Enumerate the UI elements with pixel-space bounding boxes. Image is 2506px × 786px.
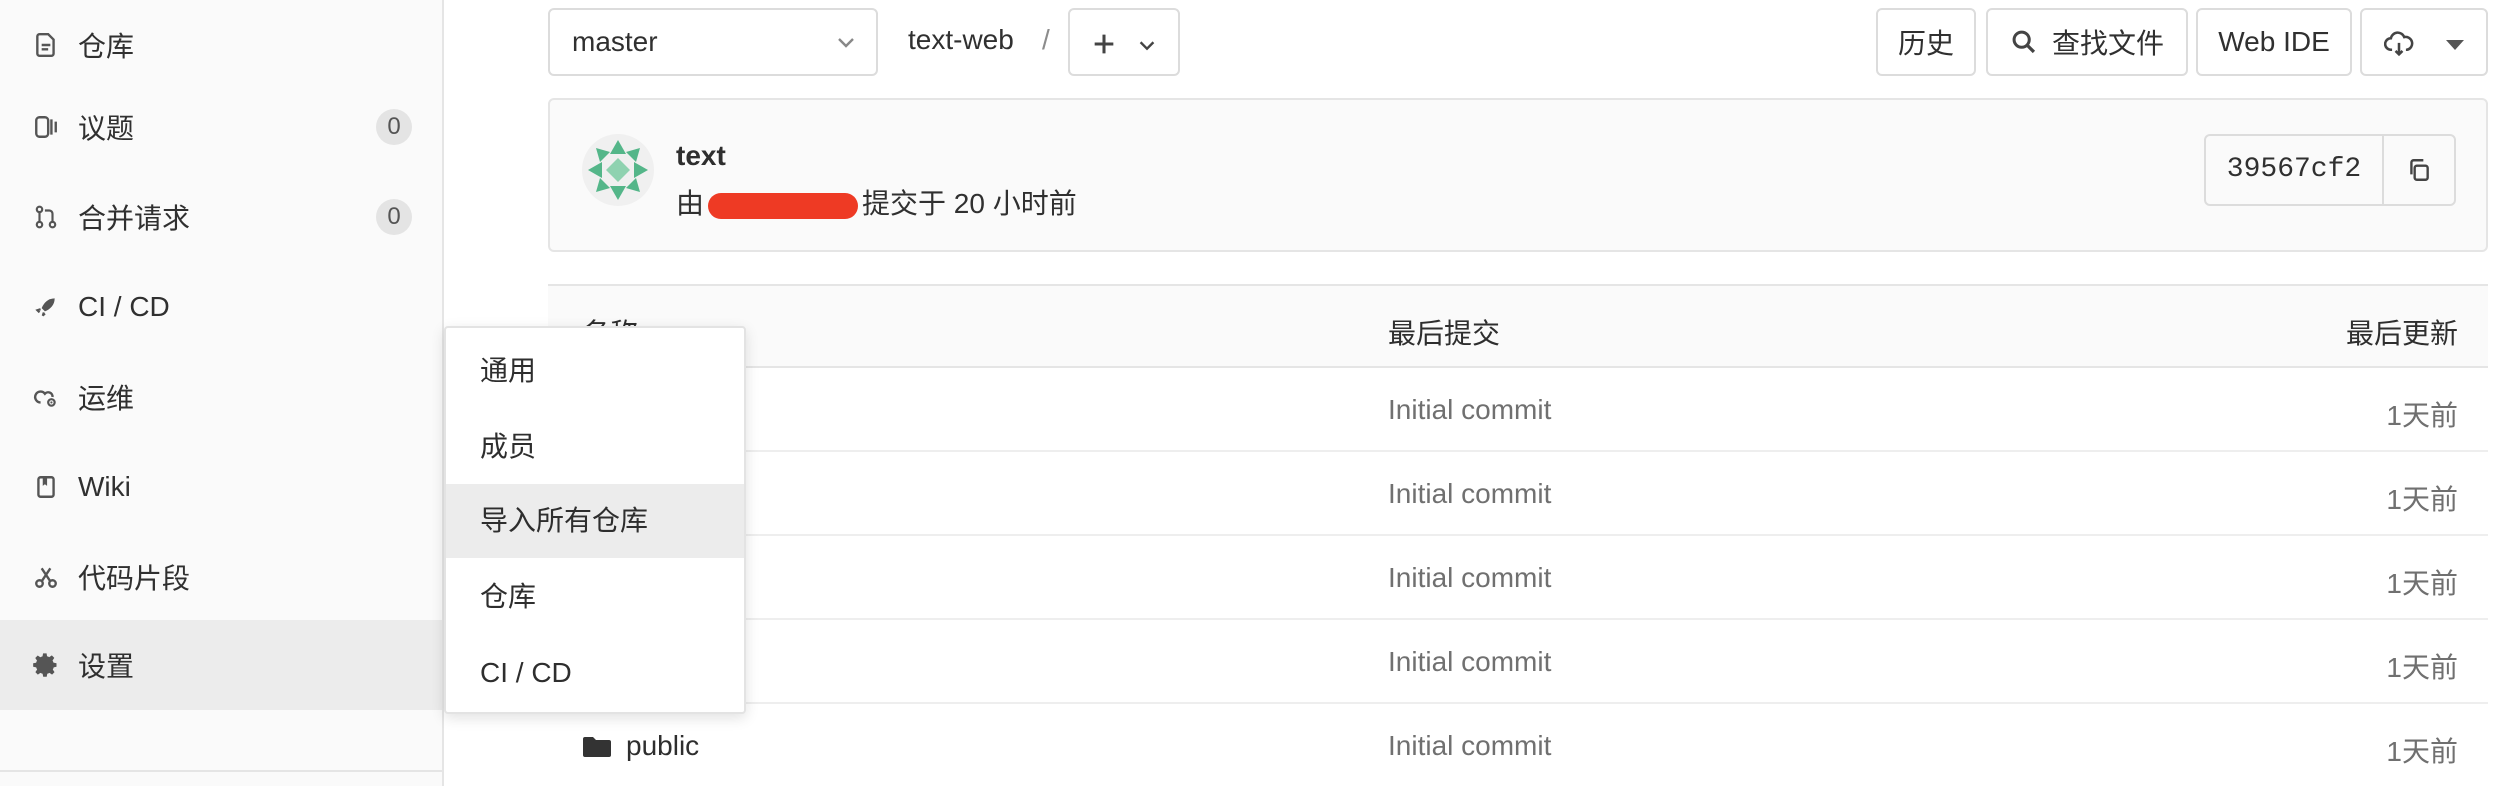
scissors-icon — [30, 561, 62, 593]
download-dropdown[interactable] — [2360, 8, 2488, 76]
sidebar-item-label: Wiki — [78, 471, 131, 502]
merge-request-icon — [30, 201, 62, 233]
sidebar-item-snippets[interactable]: 代码片段 — [0, 532, 442, 622]
table-header: 名称 最后提交 最后更新 — [548, 284, 2488, 368]
chevron-down-icon — [1136, 34, 1158, 56]
last-commit-panel: text 由 提交于 20 小时前 39567cf2 — [548, 98, 2488, 252]
find-file-button-label: 查找文件 — [2051, 28, 2164, 59]
commit-meta: 由 提交于 20 小时前 — [676, 182, 1077, 222]
sidebar-item-operations[interactable]: 运维 — [0, 352, 442, 442]
header-last-commit: 最后提交 — [1388, 318, 1501, 349]
sidebar-item-label: 运维 — [78, 383, 135, 414]
search-icon — [2010, 28, 2038, 56]
sidebar-item-label: 议题 — [78, 113, 135, 144]
add-file-dropdown[interactable] — [1068, 8, 1180, 76]
table-row[interactable]: Initial commit 1天前 — [548, 452, 2488, 536]
caret-down-icon — [2446, 40, 2464, 50]
breadcrumb-repo[interactable]: text-web — [908, 24, 1014, 56]
row-updated: 1天前 — [2386, 568, 2458, 599]
row-updated: 1天前 — [2386, 484, 2458, 515]
commit-sha-group: 39567cf2 — [2204, 134, 2456, 206]
plus-icon — [1090, 30, 1118, 58]
web-ide-button-label: Web IDE — [2218, 26, 2330, 57]
find-file-button[interactable]: 查找文件 — [1986, 8, 2188, 76]
sidebar-item-label: 代码片段 — [78, 563, 191, 594]
sidebar-item-repository[interactable]: 仓库 — [0, 0, 442, 90]
file-table: 名称 最后提交 最后更新 Initial commit 1天前 Initial … — [548, 284, 2488, 786]
sidebar-item-label: 仓库 — [78, 31, 135, 62]
settings-flyout-menu: 通用 成员 导入所有仓库 仓库 CI / CD — [444, 326, 746, 714]
sidebar-item-ci-cd[interactable]: CI / CD — [0, 262, 442, 352]
issues-icon — [30, 111, 62, 143]
row-updated: 1天前 — [2386, 652, 2458, 683]
download-cloud-icon — [2383, 30, 2414, 58]
table-row[interactable]: public Initial commit 1天前 — [548, 704, 2488, 786]
branch-name: master — [572, 26, 658, 57]
sidebar-item-wiki[interactable]: Wiki — [0, 442, 442, 532]
count-badge: 0 — [376, 199, 412, 235]
web-ide-button[interactable]: Web IDE — [2196, 8, 2352, 76]
avatar[interactable] — [582, 134, 654, 206]
menu-item-ci-cd[interactable]: CI / CD — [446, 636, 744, 710]
divider — [0, 770, 442, 772]
folder-icon — [582, 734, 612, 758]
folder-link[interactable]: public — [582, 730, 699, 762]
rocket-icon — [30, 291, 62, 323]
cloud-gear-icon — [30, 381, 62, 413]
breadcrumb-separator: / — [1042, 24, 1050, 55]
book-icon — [30, 471, 62, 503]
menu-item-members[interactable]: 成员 — [446, 410, 744, 484]
branch-select[interactable]: master — [548, 8, 878, 76]
row-updated: 1天前 — [2386, 736, 2458, 767]
chevron-down-icon — [834, 30, 858, 54]
menu-item-general[interactable]: 通用 — [446, 334, 744, 408]
commit-title[interactable]: text — [676, 140, 726, 172]
commit-meta-suffix: 提交于 20 小时前 — [862, 188, 1077, 219]
gear-icon — [30, 649, 62, 681]
sidebar-item-label: CI / CD — [78, 291, 170, 322]
row-commit-message[interactable]: Initial commit — [1388, 394, 1551, 426]
sidebar-item-label: 合并请求 — [78, 203, 191, 234]
redacted-author — [708, 192, 859, 219]
row-commit-message[interactable]: Initial commit — [1388, 562, 1551, 594]
commit-sha[interactable]: 39567cf2 — [2206, 136, 2384, 204]
table-row[interactable]: Initial commit 1天前 — [548, 368, 2488, 452]
table-row[interactable]: Initial commit 1天前 — [548, 620, 2488, 704]
table-row[interactable]: Initial commit 1天前 — [548, 536, 2488, 620]
row-commit-message[interactable]: Initial commit — [1388, 478, 1551, 510]
row-commit-message[interactable]: Initial commit — [1388, 730, 1551, 762]
copy-sha-button[interactable] — [2384, 136, 2454, 204]
history-button[interactable]: 历史 — [1876, 8, 1976, 76]
sidebar-item-settings[interactable]: 设置 — [0, 620, 442, 710]
header-last-update: 最后更新 — [2345, 318, 2458, 349]
history-button-label: 历史 — [1897, 28, 1954, 59]
repository-page: 仓库 议题 0 合并请求 0 CI / CD 运维 Wiki 代码片段 设置 m… — [0, 0, 2506, 786]
file-name: public — [626, 730, 700, 761]
menu-item-import-all-repos[interactable]: 导入所有仓库 — [446, 484, 744, 558]
sidebar-item-issues[interactable]: 议题 0 — [0, 82, 442, 172]
count-badge: 0 — [376, 109, 412, 145]
row-updated: 1天前 — [2386, 400, 2458, 431]
doc-icon — [30, 29, 62, 61]
sidebar-item-label: 设置 — [78, 651, 135, 682]
sidebar: 仓库 议题 0 合并请求 0 CI / CD 运维 Wiki 代码片段 设置 — [0, 0, 444, 786]
commit-meta-prefix: 由 — [676, 188, 705, 219]
row-commit-message[interactable]: Initial commit — [1388, 646, 1551, 678]
menu-item-repository[interactable]: 仓库 — [446, 560, 744, 634]
copy-icon — [2410, 159, 2429, 181]
sidebar-item-merge-requests[interactable]: 合并请求 0 — [0, 172, 442, 262]
